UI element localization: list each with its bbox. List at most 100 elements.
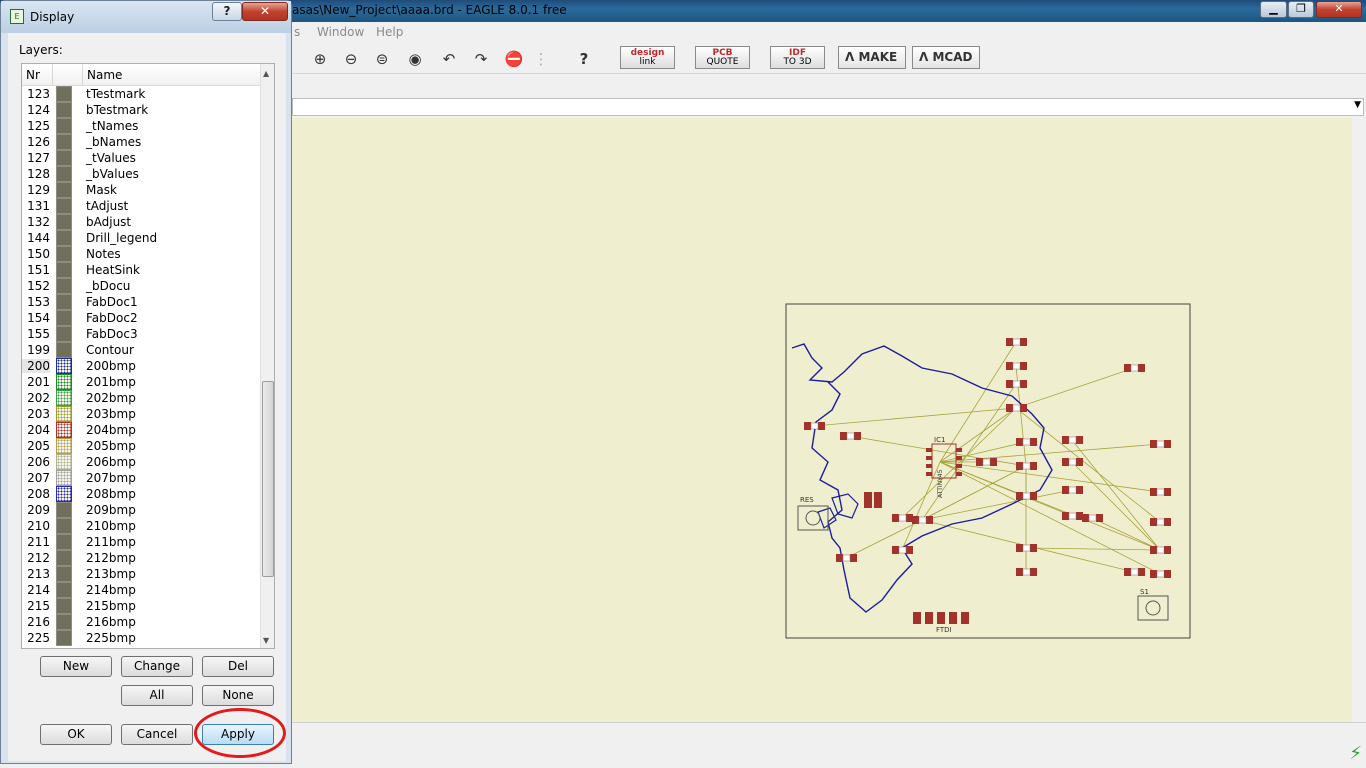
layer-color-swatch[interactable] (56, 614, 72, 630)
layer-row[interactable]: 201 201bmp (22, 374, 260, 390)
layer-row[interactable]: 203 203bmp (22, 406, 260, 422)
layer-row[interactable]: 225 225bmp (22, 630, 260, 646)
layer-color-swatch[interactable] (56, 502, 72, 518)
cancel-button[interactable]: Cancel (121, 724, 193, 745)
help-icon[interactable]: ? (573, 49, 595, 69)
layer-row[interactable]: 210 210bmp (22, 518, 260, 534)
menu-item-window[interactable]: Window (317, 25, 364, 39)
scrollbar-thumb[interactable] (262, 381, 274, 577)
ok-button[interactable]: OK (40, 724, 112, 745)
zoom-select-icon[interactable]: ◉ (404, 49, 426, 69)
layer-row[interactable]: 204 204bmp (22, 422, 260, 438)
layer-color-swatch[interactable] (56, 230, 72, 246)
layer-color-swatch[interactable] (56, 198, 72, 214)
layer-color-swatch[interactable] (56, 262, 72, 278)
layer-color-swatch[interactable] (56, 102, 72, 118)
layer-row[interactable]: 209 209bmp (22, 502, 260, 518)
layer-row[interactable]: 205 205bmp (22, 438, 260, 454)
layer-row[interactable]: 199 Contour (22, 342, 260, 358)
dialog-help-button[interactable]: ? (212, 2, 242, 21)
layer-list-scrollbar[interactable]: ▲ ▼ (260, 64, 274, 648)
layer-color-swatch[interactable] (56, 518, 72, 534)
stop-icon[interactable]: ⛔ (503, 49, 525, 69)
canvas-scrollbar[interactable] (1352, 118, 1366, 722)
delete-button[interactable]: Del (202, 656, 274, 677)
layer-row[interactable]: 206 206bmp (22, 454, 260, 470)
layer-row[interactable]: 214 214bmp (22, 582, 260, 598)
layer-color-swatch[interactable] (56, 134, 72, 150)
layer-row[interactable]: 150 Notes (22, 246, 260, 262)
zoom-fit-icon[interactable]: ⊜ (371, 49, 393, 69)
maximize-button[interactable]: ❐ (1288, 1, 1314, 18)
layer-color-swatch[interactable] (56, 550, 72, 566)
layer-color-swatch[interactable] (56, 182, 72, 198)
layer-row[interactable]: 144 Drill_legend (22, 230, 260, 246)
layer-color-swatch[interactable] (56, 326, 72, 342)
command-input[interactable]: ▼ (292, 98, 1364, 116)
layer-color-swatch[interactable] (56, 534, 72, 550)
layer-color-swatch[interactable] (56, 454, 72, 470)
layer-color-swatch[interactable] (56, 214, 72, 230)
layer-color-swatch[interactable] (56, 166, 72, 182)
main-close-button[interactable]: ✕ (1316, 1, 1362, 18)
layer-row[interactable]: 123 tTestmark (22, 86, 260, 102)
change-button[interactable]: Change (121, 656, 193, 677)
layer-row[interactable]: 131 tAdjust (22, 198, 260, 214)
minimize-button[interactable]: ▁ (1260, 1, 1287, 18)
zoom-in-icon[interactable]: ⊕ (309, 49, 331, 69)
layer-row[interactable]: 152 _bDocu (22, 278, 260, 294)
zoom-out-icon[interactable]: ⊖ (340, 49, 362, 69)
make-button[interactable]: Λ MAKE (838, 46, 906, 69)
layer-row[interactable]: 132 bAdjust (22, 214, 260, 230)
chevron-down-icon[interactable]: ▼ (1354, 100, 1361, 110)
layer-row[interactable]: 127 _tValues (22, 150, 260, 166)
layer-color-swatch[interactable] (56, 630, 72, 646)
layer-color-swatch[interactable] (56, 406, 72, 422)
dialog-close-button[interactable]: ✕ (242, 2, 288, 21)
column-header-name[interactable]: Name (87, 68, 122, 82)
layer-row[interactable]: 124 bTestmark (22, 102, 260, 118)
column-header-nr[interactable]: Nr (26, 68, 40, 82)
layer-row[interactable]: 151 HeatSink (22, 262, 260, 278)
layer-color-swatch[interactable] (56, 118, 72, 134)
layer-color-swatch[interactable] (56, 598, 72, 614)
pcb-quote-button[interactable]: PCB QUOTE (695, 46, 750, 69)
layer-row[interactable]: 215 215bmp (22, 598, 260, 614)
layer-row[interactable]: 129 Mask (22, 182, 260, 198)
layer-color-swatch[interactable] (56, 358, 72, 374)
layer-row[interactable]: 200 200bmp (22, 358, 260, 374)
scroll-up-icon[interactable]: ▲ (263, 69, 269, 78)
layer-color-swatch[interactable] (56, 294, 72, 310)
layer-row[interactable]: 125 _tNames (22, 118, 260, 134)
undo-icon[interactable]: ↶ (438, 49, 460, 69)
layer-row[interactable]: 213 213bmp (22, 566, 260, 582)
layer-row[interactable]: 128 _bValues (22, 166, 260, 182)
layer-color-swatch[interactable] (56, 422, 72, 438)
layer-color-swatch[interactable] (56, 150, 72, 166)
menu-item-help[interactable]: Help (376, 25, 403, 39)
layer-row[interactable]: 216 216bmp (22, 614, 260, 630)
layer-color-swatch[interactable] (56, 582, 72, 598)
layer-color-swatch[interactable] (56, 310, 72, 326)
layer-row[interactable]: 154 FabDoc2 (22, 310, 260, 326)
board-canvas[interactable]: IC1 ATTINY45 FTDI S1 RES (292, 118, 1352, 722)
layer-row[interactable]: 208 208bmp (22, 486, 260, 502)
go-icon[interactable]: ⋮ (530, 49, 552, 69)
scroll-down-icon[interactable]: ▼ (263, 636, 269, 645)
layer-row[interactable]: 153 FabDoc1 (22, 294, 260, 310)
layer-color-swatch[interactable] (56, 390, 72, 406)
layer-row[interactable]: 212 212bmp (22, 550, 260, 566)
layer-row[interactable]: 126 _bNames (22, 134, 260, 150)
layer-color-swatch[interactable] (56, 86, 72, 102)
menu-item-view[interactable]: s (294, 25, 300, 39)
mcad-button[interactable]: Λ MCAD (912, 46, 980, 69)
layer-color-swatch[interactable] (56, 470, 72, 486)
layer-color-swatch[interactable] (56, 566, 72, 582)
layer-row[interactable]: 207 207bmp (22, 470, 260, 486)
layer-row[interactable]: 211 211bmp (22, 534, 260, 550)
layer-color-swatch[interactable] (56, 374, 72, 390)
new-button[interactable]: New (40, 656, 112, 677)
all-button[interactable]: All (121, 685, 193, 706)
idf-to-3d-button[interactable]: IDF TO 3D (770, 46, 825, 69)
layer-color-swatch[interactable] (56, 486, 72, 502)
